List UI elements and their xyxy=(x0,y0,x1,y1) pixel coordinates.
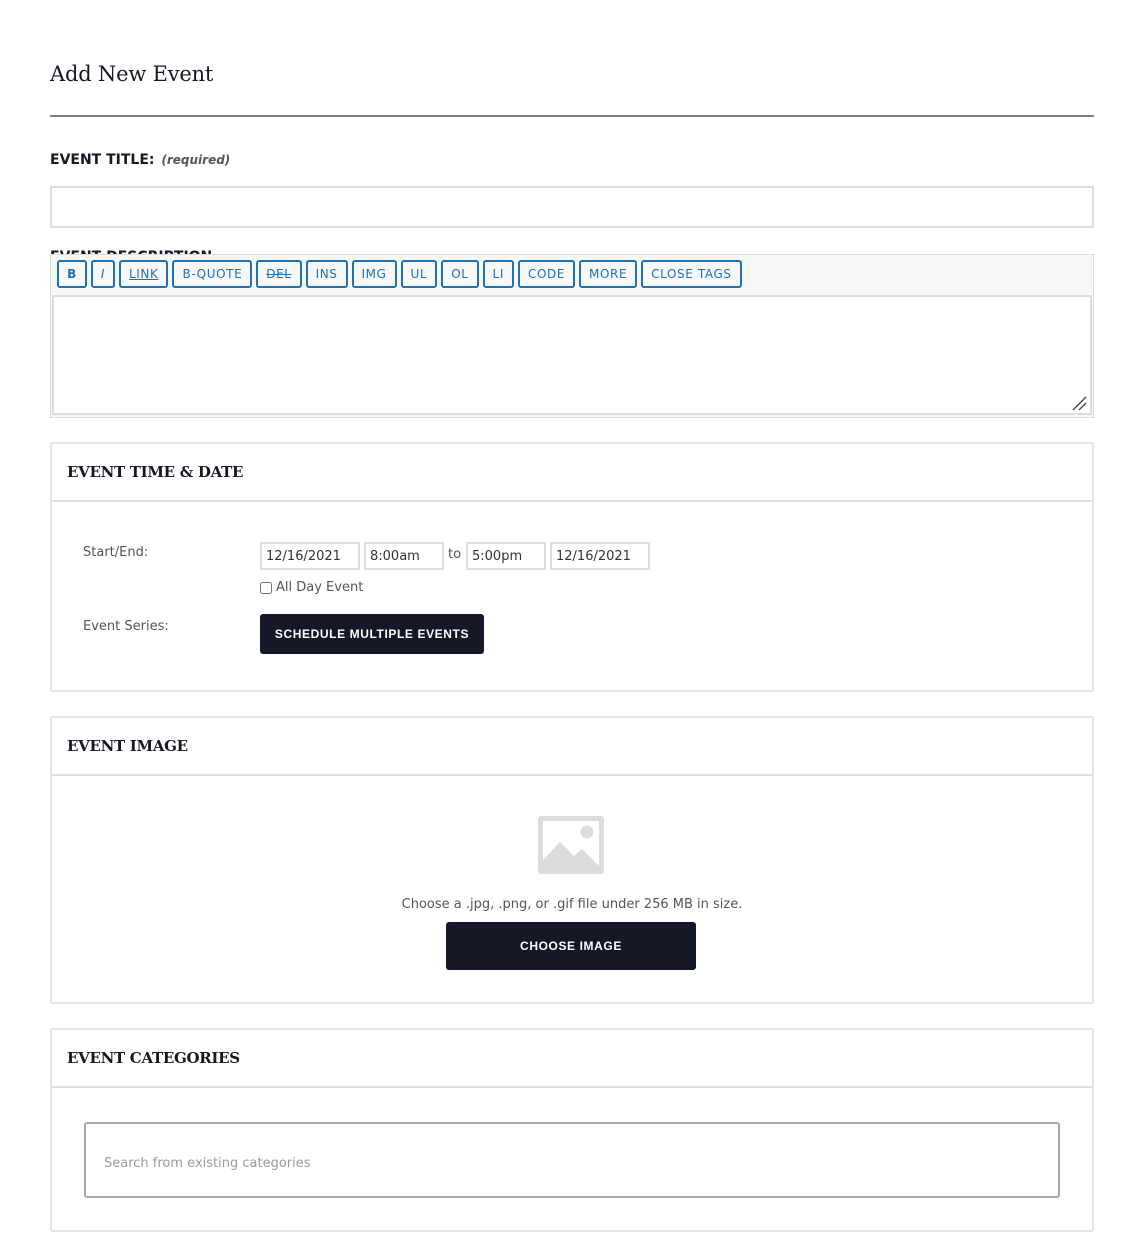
toolbar-li-button[interactable]: LI xyxy=(482,260,514,288)
start-date-input[interactable] xyxy=(260,542,360,570)
event-image-header: EVENT IMAGE xyxy=(52,718,1092,776)
choose-image-button[interactable]: CHOOSE IMAGE xyxy=(446,922,696,970)
event-categories-panel: EVENT CATEGORIES xyxy=(50,1028,1094,1232)
editor-toolbar: B I LINK B-QUOTE DEL INS IMG UL OL LI CO… xyxy=(57,260,742,288)
toolbar-close-tags-button[interactable]: CLOSE TAGS xyxy=(641,260,742,288)
time-date-header: EVENT TIME & DATE xyxy=(52,444,1092,502)
event-image-panel: EVENT IMAGE Choose a .jpg, .png, or .gif… xyxy=(50,716,1094,1004)
toolbar-img-button[interactable]: IMG xyxy=(351,260,397,288)
event-categories-heading: EVENT CATEGORIES xyxy=(67,1049,240,1067)
all-day-event-checkbox[interactable] xyxy=(260,581,272,594)
image-placeholder-icon xyxy=(538,816,604,874)
start-end-label: Start/End: xyxy=(83,545,149,560)
toolbar-bold-button[interactable]: B xyxy=(57,260,87,288)
event-categories-header: EVENT CATEGORIES xyxy=(52,1030,1092,1088)
resize-handle-icon[interactable] xyxy=(1071,395,1087,411)
title-divider xyxy=(50,115,1094,117)
time-date-panel: EVENT TIME & DATE Start/End: to All Day … xyxy=(50,442,1094,692)
required-note: (required) xyxy=(161,153,231,167)
description-editor: B I LINK B-QUOTE DEL INS IMG UL OL LI CO… xyxy=(50,254,1094,418)
toolbar-code-button[interactable]: CODE xyxy=(517,260,576,288)
all-day-event-option[interactable]: All Day Event xyxy=(260,580,363,595)
toolbar-ol-button[interactable]: OL xyxy=(441,260,479,288)
toolbar-more-button[interactable]: MORE xyxy=(579,260,638,288)
schedule-multiple-events-button[interactable]: SCHEDULE MULTIPLE EVENTS xyxy=(260,614,484,654)
event-series-label: Event Series: xyxy=(83,619,169,634)
image-file-hint: Choose a .jpg, .png, or .gif file under … xyxy=(401,897,743,912)
event-image-heading: EVENT IMAGE xyxy=(67,737,188,755)
toolbar-bquote-button[interactable]: B-QUOTE xyxy=(172,260,253,288)
event-title-label-text: EVENT TITLE: xyxy=(50,152,155,168)
event-description-textarea[interactable] xyxy=(52,295,1092,415)
to-separator: to xyxy=(448,547,462,562)
end-date-input[interactable] xyxy=(550,542,650,570)
category-search-input[interactable] xyxy=(84,1122,1060,1198)
page-title: Add New Event xyxy=(50,62,214,87)
all-day-event-label: All Day Event xyxy=(276,580,364,595)
start-time-input[interactable] xyxy=(364,542,444,570)
event-title-input[interactable] xyxy=(50,186,1094,228)
toolbar-link-button[interactable]: LINK xyxy=(119,260,169,288)
toolbar-ul-button[interactable]: UL xyxy=(400,260,438,288)
toolbar-italic-button[interactable]: I xyxy=(91,260,115,288)
time-date-heading: EVENT TIME & DATE xyxy=(67,463,244,481)
toolbar-ins-button[interactable]: INS xyxy=(305,260,348,288)
end-time-input[interactable] xyxy=(466,542,546,570)
toolbar-del-button[interactable]: DEL xyxy=(256,260,302,288)
event-title-label: EVENT TITLE: (required) xyxy=(50,152,230,168)
